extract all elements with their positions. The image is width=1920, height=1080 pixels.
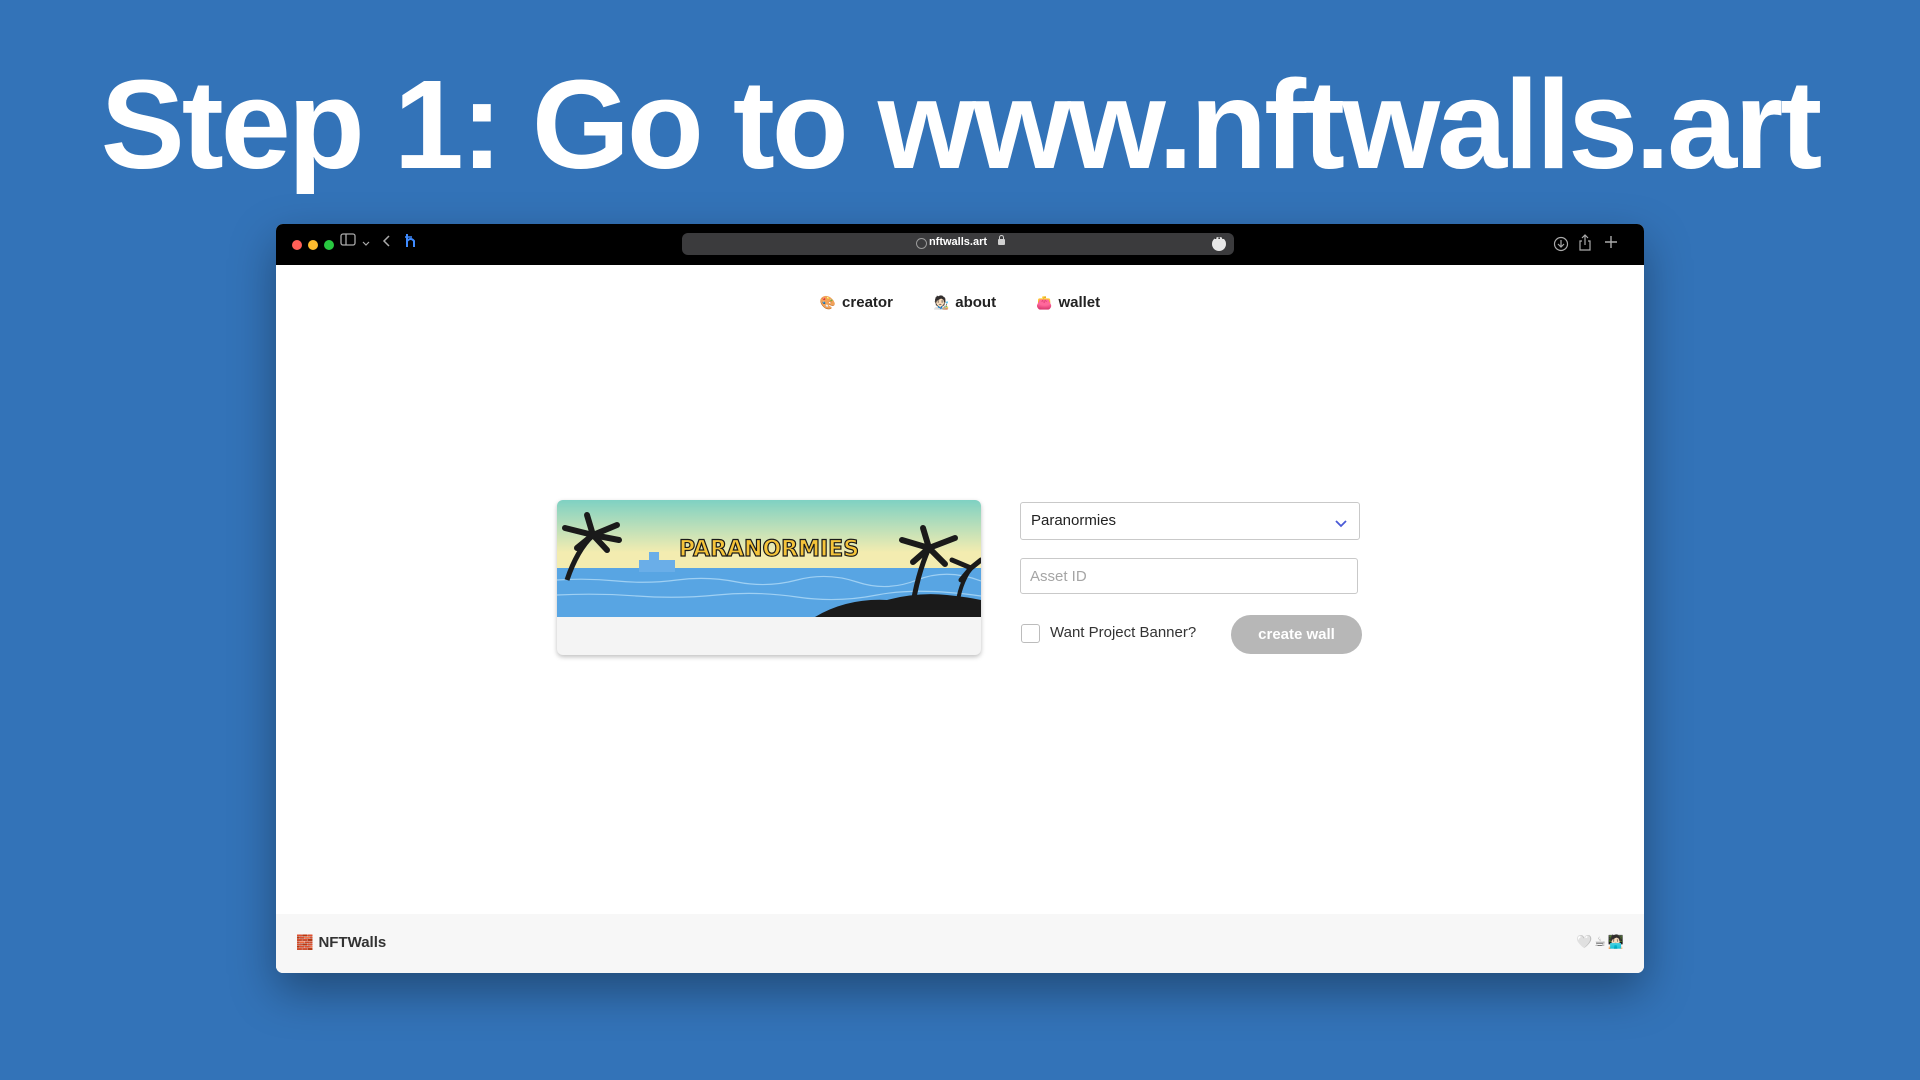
project-banner-card: PARANORMIES: [557, 500, 981, 655]
close-window-button[interactable]: [292, 240, 302, 250]
nav-item-label: about: [955, 294, 997, 311]
extension-h-icon[interactable]: [404, 232, 418, 253]
lock-icon: [998, 235, 1005, 245]
footer-brand-label: NFTWalls: [318, 934, 387, 951]
nav-item-label: wallet: [1058, 294, 1101, 311]
bricks-icon: 🧱: [296, 934, 314, 950]
nav-item-about[interactable]: 🧑🏻‍🎨 about: [933, 294, 996, 311]
minimize-window-button[interactable]: [308, 240, 318, 250]
project-banner-checkbox-label: Want Project Banner?: [1050, 624, 1197, 641]
palette-icon: 🎨: [819, 295, 837, 310]
chevron-down-icon: [1335, 515, 1347, 533]
collection-select[interactable]: Paranormies: [1020, 502, 1360, 540]
sidebar-menu-chevron-icon[interactable]: [362, 235, 370, 251]
browser-titlebar: nftwalls.art: [276, 224, 1644, 265]
asset-id-input[interactable]: [1020, 558, 1358, 594]
nav-item-wallet[interactable]: 👛 wallet: [1036, 294, 1100, 311]
nav-item-creator[interactable]: 🎨 creator: [820, 294, 893, 311]
zoom-window-button[interactable]: [324, 240, 334, 250]
footer-brand-link[interactable]: 🧱 NFTWalls: [296, 934, 386, 951]
nav-item-label: creator: [842, 294, 893, 311]
browser-window: nftwalls.art 🎨 creator 🧑🏻‍🎨 about 👛 wallet: [276, 224, 1644, 973]
footer-emoji-icons: 🤍☕🧑🏻‍💻: [1575, 934, 1626, 949]
back-icon[interactable]: [382, 234, 392, 251]
share-icon[interactable]: [1578, 234, 1592, 255]
create-wall-button[interactable]: create wall: [1231, 615, 1362, 654]
new-tab-icon[interactable]: [1604, 235, 1618, 252]
page-menu-icon[interactable]: [1212, 233, 1226, 251]
banner-title-text: PARANORMIES: [679, 537, 859, 562]
page-footer: 🧱 NFTWalls 🤍☕🧑🏻‍💻: [276, 914, 1644, 973]
purse-icon: 👛: [1036, 295, 1053, 310]
project-banner-image: PARANORMIES: [557, 500, 981, 617]
address-bar[interactable]: nftwalls.art: [682, 233, 1234, 255]
top-nav: 🎨 creator 🧑🏻‍🎨 about 👛 wallet: [276, 294, 1644, 311]
downloads-icon[interactable]: [1553, 236, 1569, 255]
sidebar-toggle-icon[interactable]: [340, 233, 356, 250]
page-headline: Step 1: Go to www.nftwalls.art: [100, 54, 1822, 195]
artist-icon: 🧑🏻‍🎨: [933, 295, 950, 310]
project-banner-checkbox[interactable]: [1021, 624, 1040, 643]
address-bar-url: nftwalls.art: [928, 236, 988, 248]
collection-select-value: Paranormies: [1031, 512, 1117, 529]
